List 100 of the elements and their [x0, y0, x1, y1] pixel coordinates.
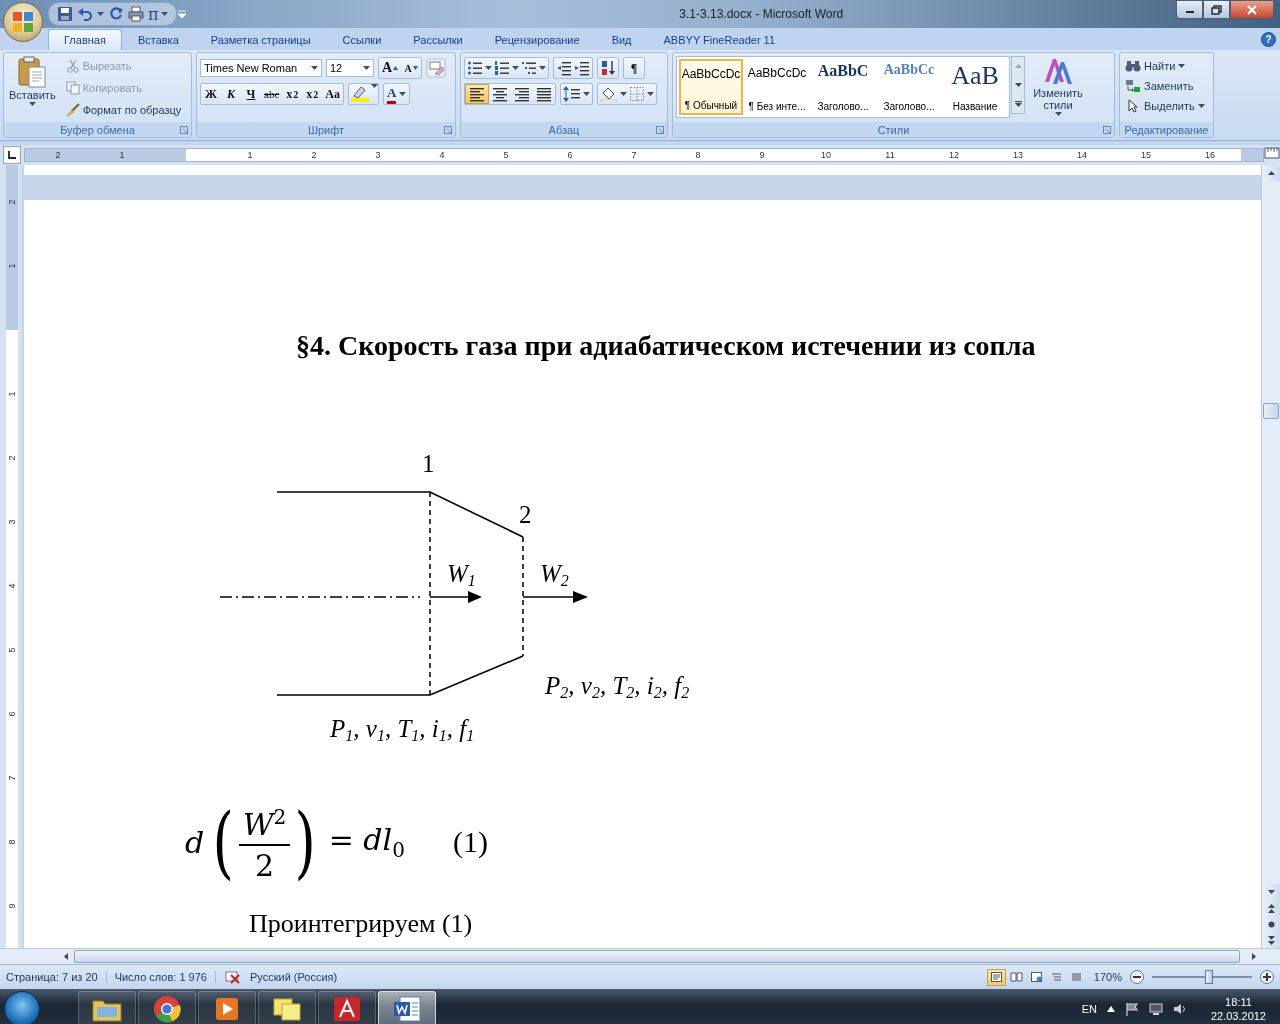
restore-button[interactable]: [1203, 0, 1230, 19]
bullet-list-icon[interactable]: [467, 60, 483, 76]
customize-caret-icon[interactable]: [176, 10, 187, 18]
office-button[interactable]: [3, 2, 43, 42]
font-size-field[interactable]: 12: [326, 59, 374, 77]
up-arrow-icon: [1267, 171, 1275, 175]
word-count[interactable]: Число слов: 1 976: [114, 971, 216, 983]
sort-icon[interactable]: [600, 60, 616, 76]
printer-icon[interactable]: [128, 6, 144, 22]
scroll-down-button[interactable]: [1262, 884, 1280, 900]
save-icon[interactable]: [57, 6, 73, 22]
horizontal-ruler: 2 1 1 2 3 4 5 6 7 8 9 10 11 12 13 14 15 16: [24, 148, 1264, 162]
caret-icon: [1197, 104, 1205, 108]
undo-icon[interactable]: [77, 6, 93, 22]
format-button[interactable]: К: [221, 84, 241, 104]
vertical-ruler: 2 1 1 2 3 4 5 6 7 8 9: [0, 165, 22, 948]
editing-button[interactable]: Заменить: [1123, 76, 1210, 96]
align-left-icon: [469, 86, 485, 102]
grow-font-button[interactable]: A: [379, 58, 402, 78]
zoom-level[interactable]: 170%: [1093, 971, 1122, 983]
start-button[interactable]: [4, 990, 40, 1024]
style-item[interactable]: AaBbCcDc ¶ Обычный: [679, 59, 743, 115]
format-button[interactable]: Ж: [201, 84, 221, 104]
font-family-field[interactable]: Times New Roman: [200, 59, 322, 77]
caret-icon: [97, 12, 104, 16]
ribbon-tab[interactable]: ABBYY FineReader 11: [647, 29, 792, 50]
paste-button[interactable]: Вставить: [7, 56, 58, 122]
inlet-parameters: P$_{1}$, v$_{1}$, T$_{1}$, i$_{1}$, f$_{1}$: [330, 715, 475, 746]
decrease-indent-icon[interactable]: [556, 60, 572, 76]
increase-indent-icon[interactable]: [574, 60, 590, 76]
tab-selector[interactable]: [3, 146, 21, 164]
shrink-font-button[interactable]: A: [401, 58, 422, 78]
right-parenthesis: ): [294, 797, 317, 887]
format-button[interactable]: Aa: [322, 84, 343, 104]
plus-icon: [1263, 973, 1271, 981]
paint-bucket-icon[interactable]: [600, 86, 618, 102]
clock-time[interactable]: 18:11: [1225, 994, 1252, 1009]
scroll-down-icon[interactable]: [1014, 83, 1022, 87]
clipboard-icon: [17, 56, 48, 88]
ribbon-tab[interactable]: Главная: [48, 29, 122, 50]
ruler-toggle-icon[interactable]: [1264, 145, 1280, 161]
clear-formatting-icon[interactable]: [426, 58, 447, 78]
ribbon-tab[interactable]: Вид: [595, 29, 648, 50]
ribbon-tab[interactable]: Вставка: [121, 29, 195, 50]
format-button[interactable]: Ч: [241, 84, 261, 104]
editing-button[interactable]: Выделить: [1123, 96, 1210, 116]
styles-icon: [1043, 56, 1073, 86]
zoom-in-button[interactable]: [1260, 970, 1274, 984]
minimize-button[interactable]: [1176, 0, 1203, 19]
ribbon-tab[interactable]: Разметка страницы: [194, 29, 327, 50]
change-styles-button[interactable]: Изменить стили: [1025, 56, 1091, 116]
editing-button[interactable]: Найти: [1123, 56, 1210, 76]
alignment-button[interactable]: [465, 84, 489, 104]
slider-thumb[interactable]: [1205, 970, 1213, 984]
input-language[interactable]: EN: [1081, 1002, 1097, 1015]
caret-icon: [647, 92, 654, 96]
format-painter-button[interactable]: Формат по образцу: [63, 100, 184, 120]
caret-icon: [363, 66, 370, 70]
flag-icon[interactable]: [1124, 1001, 1139, 1016]
multilevel-list-icon[interactable]: [521, 60, 537, 76]
ribbon-tab[interactable]: Ссылки: [326, 29, 398, 50]
speaker-icon[interactable]: [1172, 1001, 1187, 1016]
format-button[interactable]: abc: [261, 84, 283, 104]
taskbar-button[interactable]: [318, 990, 376, 1024]
clock-date[interactable]: 22.03.2012: [1210, 1008, 1266, 1023]
highlighter-icon[interactable]: [348, 84, 371, 102]
taskbar-button[interactable]: [78, 990, 136, 1024]
group-label: Стили: [877, 123, 910, 136]
page-count[interactable]: Страница: 7 из 20: [6, 971, 107, 983]
taskbar-button[interactable]: [378, 990, 436, 1024]
ribbon-tab[interactable]: Рассылки: [397, 29, 479, 50]
formula-text: d: [185, 824, 205, 860]
equation-button[interactable]: π: [148, 4, 168, 24]
taskbar-button[interactable]: [138, 990, 196, 1024]
help-button[interactable]: ?: [1261, 31, 1276, 47]
monitor-icon[interactable]: [1148, 1001, 1163, 1016]
redo-icon[interactable]: [108, 6, 124, 22]
next-page-button[interactable]: [1262, 932, 1280, 948]
scroll-up-button[interactable]: [1262, 165, 1280, 181]
spelling-check-icon[interactable]: [223, 970, 242, 984]
scrollbar-thumb[interactable]: [74, 950, 1240, 963]
window-title: 3.1-3.13.docx - Microsoft Word: [678, 7, 845, 21]
scrollbar-thumb[interactable]: [1263, 403, 1279, 419]
line-spacing-icon[interactable]: [563, 86, 581, 102]
language-status[interactable]: Русский (Россия): [249, 971, 338, 983]
close-button[interactable]: [1230, 0, 1274, 19]
velocity-label: W$_{2}$: [540, 560, 569, 591]
ribbon-tab[interactable]: Рецензирование: [478, 29, 596, 50]
taskbar-button[interactable]: [258, 990, 316, 1024]
caret-icon: [28, 102, 36, 106]
numbered-list-icon[interactable]: [494, 60, 510, 76]
tray-arrow-icon[interactable]: [1106, 1005, 1115, 1012]
taskbar-button[interactable]: [198, 990, 256, 1024]
borders-icon[interactable]: [629, 86, 645, 102]
more-icon[interactable]: [1014, 101, 1022, 107]
caret-icon: [620, 92, 627, 96]
zoom-out-button[interactable]: [1130, 970, 1144, 984]
caret-icon: [512, 66, 519, 70]
view-button[interactable]: [986, 968, 1006, 986]
close-icon: [1246, 4, 1258, 15]
